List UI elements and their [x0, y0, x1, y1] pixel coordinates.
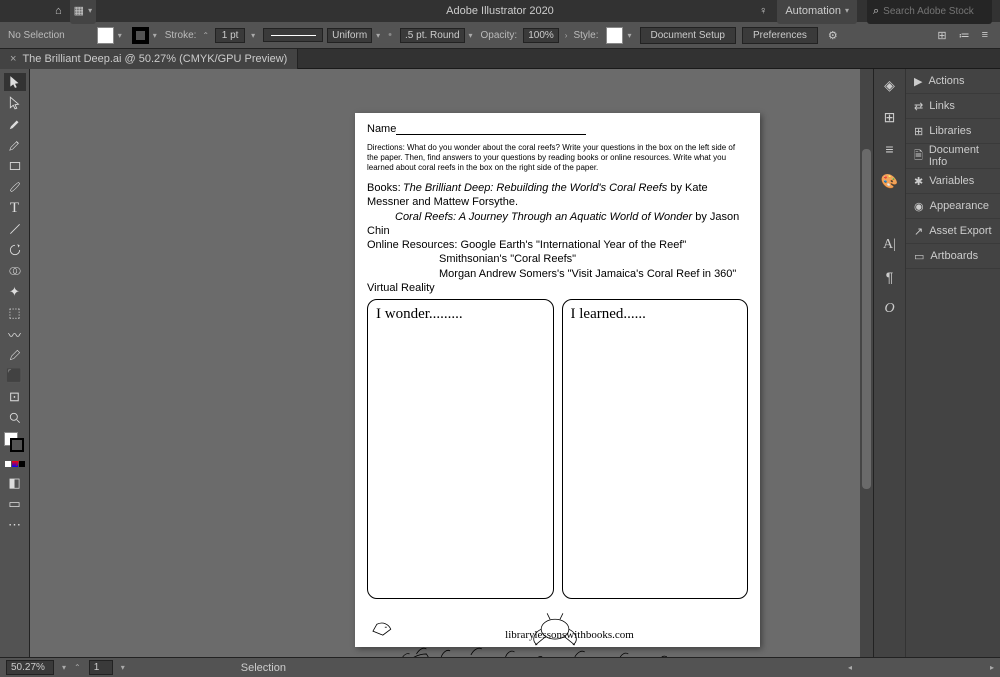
vertical-scrollbar[interactable] — [860, 69, 873, 657]
name-label: Name — [367, 123, 396, 135]
hint-icon[interactable]: ♀ — [759, 0, 767, 22]
document-setup-button[interactable]: Document Setup — [640, 27, 737, 44]
library-icon: ⊞ — [914, 125, 923, 138]
graphic-style[interactable]: ▾ — [604, 27, 633, 44]
properties-strip: ◈ ⊞ ≡ 🎨 A| ¶ O — [873, 69, 905, 657]
selection-status: No Selection — [8, 30, 65, 41]
selection-tool[interactable] — [4, 73, 26, 91]
preferences-button[interactable]: Preferences — [742, 27, 818, 44]
screen-mode[interactable]: ▭ — [4, 495, 26, 513]
menu-icon[interactable]: ≡ — [982, 29, 988, 42]
panel-appearance[interactable]: ◉Appearance — [906, 194, 1000, 219]
panel-links[interactable]: ⇄Links — [906, 94, 1000, 119]
free-transform-tool[interactable]: ⬚ — [4, 304, 26, 322]
search-input[interactable] — [883, 6, 983, 17]
close-tab-icon[interactable]: × — [10, 53, 16, 65]
stroke-profile[interactable]: .5 pt. Round▾ — [398, 28, 475, 43]
wonder-box: I wonder......... — [367, 299, 554, 599]
zoom-tool[interactable] — [4, 409, 26, 427]
shape-builder-tool[interactable] — [4, 262, 26, 280]
panel-list: ▶Actions ⇄Links ⊞Libraries 🗎Document Inf… — [905, 69, 1000, 657]
layers-icon[interactable]: ◈ — [884, 75, 895, 95]
stroke-profile-uniform[interactable]: Uniform▾ — [261, 28, 382, 43]
online-label: Online Resources: — [367, 239, 461, 251]
direct-selection-tool[interactable] — [4, 94, 26, 112]
home-icon[interactable]: ⌂ — [55, 0, 62, 22]
width-tool[interactable]: ✦ — [4, 283, 26, 301]
char-icon[interactable]: A| — [883, 235, 896, 255]
opentype-icon[interactable]: O — [884, 299, 894, 319]
stroke-swatch[interactable]: ▾ — [130, 27, 159, 44]
align-icon-2[interactable]: ≔ — [959, 29, 970, 42]
eyedropper-tool[interactable] — [4, 346, 26, 364]
panel-artboards[interactable]: ▭Artboards — [906, 244, 1000, 269]
hscroll-right[interactable]: ▸ — [990, 663, 994, 672]
color-icon[interactable]: 🎨 — [881, 171, 898, 191]
learned-box: I learned...... — [562, 299, 749, 599]
artboard-nav[interactable]: 1 — [89, 660, 113, 675]
hscroll-left[interactable]: ◂ — [848, 663, 982, 672]
color-mode[interactable]: ⁄ — [4, 457, 26, 471]
opacity-value[interactable]: 100% — [523, 28, 559, 43]
artboard-tool[interactable]: ⊡ — [4, 388, 26, 406]
artboards-icon: ▭ — [914, 250, 924, 263]
stroke-label: Stroke: — [165, 30, 197, 41]
arrange-docs-icon[interactable]: ▦ ▾ — [70, 0, 96, 24]
var-icon: ✱ — [914, 175, 923, 188]
panel-libraries[interactable]: ⊞Libraries — [906, 119, 1000, 144]
status-bar: 50.27%▾ ⌃1▾ Selection ◂ ▸ — [0, 657, 1000, 677]
link-icon: ⇄ — [914, 100, 923, 113]
panel-actions[interactable]: ▶Actions — [906, 69, 1000, 94]
curvature-tool[interactable] — [4, 136, 26, 154]
para-icon[interactable]: ¶ — [886, 267, 894, 287]
directions-text: Directions: What do you wonder about the… — [367, 143, 748, 173]
pen-tool[interactable] — [4, 115, 26, 133]
opacity-label: Opacity: — [481, 30, 518, 41]
edit-toolbar[interactable]: ⋯ — [4, 516, 26, 534]
swatches-icon[interactable]: ⊞ — [884, 107, 896, 127]
stroke-icon[interactable]: ≡ — [885, 139, 893, 159]
panel-asset-export[interactable]: ↗Asset Export — [906, 219, 1000, 244]
stock-search[interactable]: ⌕ — [867, 0, 992, 24]
workspace-switcher[interactable]: Automation▾ — [777, 0, 857, 24]
style-label: Style: — [573, 30, 598, 41]
paintbrush-tool[interactable] — [4, 178, 26, 196]
books-label: Books: — [367, 182, 401, 194]
play-icon: ▶ — [914, 75, 922, 88]
fill-stroke-control[interactable] — [4, 432, 26, 454]
info-icon: 🗎 — [914, 147, 923, 166]
control-bar: No Selection ▾ ▾ Stroke: ⌃ 1 pt ▾ Unifor… — [0, 22, 1000, 49]
appearance-icon: ◉ — [914, 200, 924, 213]
line-tool[interactable] — [4, 220, 26, 238]
document-tab[interactable]: × The Brilliant Deep.ai @ 50.27% (CMYK/G… — [0, 49, 298, 69]
blend-tool[interactable]: ⬛ — [4, 367, 26, 385]
type-tool[interactable]: T — [4, 199, 26, 217]
stroke-weight[interactable]: 1 pt — [215, 28, 245, 43]
panel-docinfo[interactable]: 🗎Document Info — [906, 144, 1000, 169]
app-title: Adobe Illustrator 2020 — [446, 5, 554, 17]
panel-variables[interactable]: ✱Variables — [906, 169, 1000, 194]
title-bar: ⌂ ▦ ▾ Adobe Illustrator 2020 ♀ Automatio… — [0, 0, 1000, 22]
fill-swatch[interactable]: ▾ — [95, 27, 124, 44]
rotate-tool[interactable] — [4, 241, 26, 259]
doc-tabs: × The Brilliant Deep.ai @ 50.27% (CMYK/G… — [0, 49, 1000, 69]
tools-panel: T ✦ ⬚ 〰 ⬛ ⊡ ⁄ ◧ ▭ ⋯ — [0, 69, 30, 657]
artboard[interactable]: Name Directions: What do you wonder abou… — [355, 113, 760, 647]
tab-label: The Brilliant Deep.ai @ 50.27% (CMYK/GPU… — [22, 53, 287, 65]
shaper-tool[interactable]: 〰 — [4, 325, 26, 343]
status-tool: Selection — [241, 662, 286, 674]
search-icon: ⌕ — [873, 0, 879, 22]
rectangle-tool[interactable] — [4, 157, 26, 175]
draw-mode[interactable]: ◧ — [4, 474, 26, 492]
prefs-icon[interactable]: ⚙ — [824, 29, 842, 42]
canvas[interactable]: Name Directions: What do you wonder abou… — [30, 69, 873, 657]
align-icon[interactable]: ⊞ — [937, 29, 946, 42]
export-icon: ↗ — [914, 225, 923, 238]
doc-footer: librarylessonswithbooks.com — [367, 629, 772, 641]
zoom-level[interactable]: 50.27% — [6, 660, 54, 675]
